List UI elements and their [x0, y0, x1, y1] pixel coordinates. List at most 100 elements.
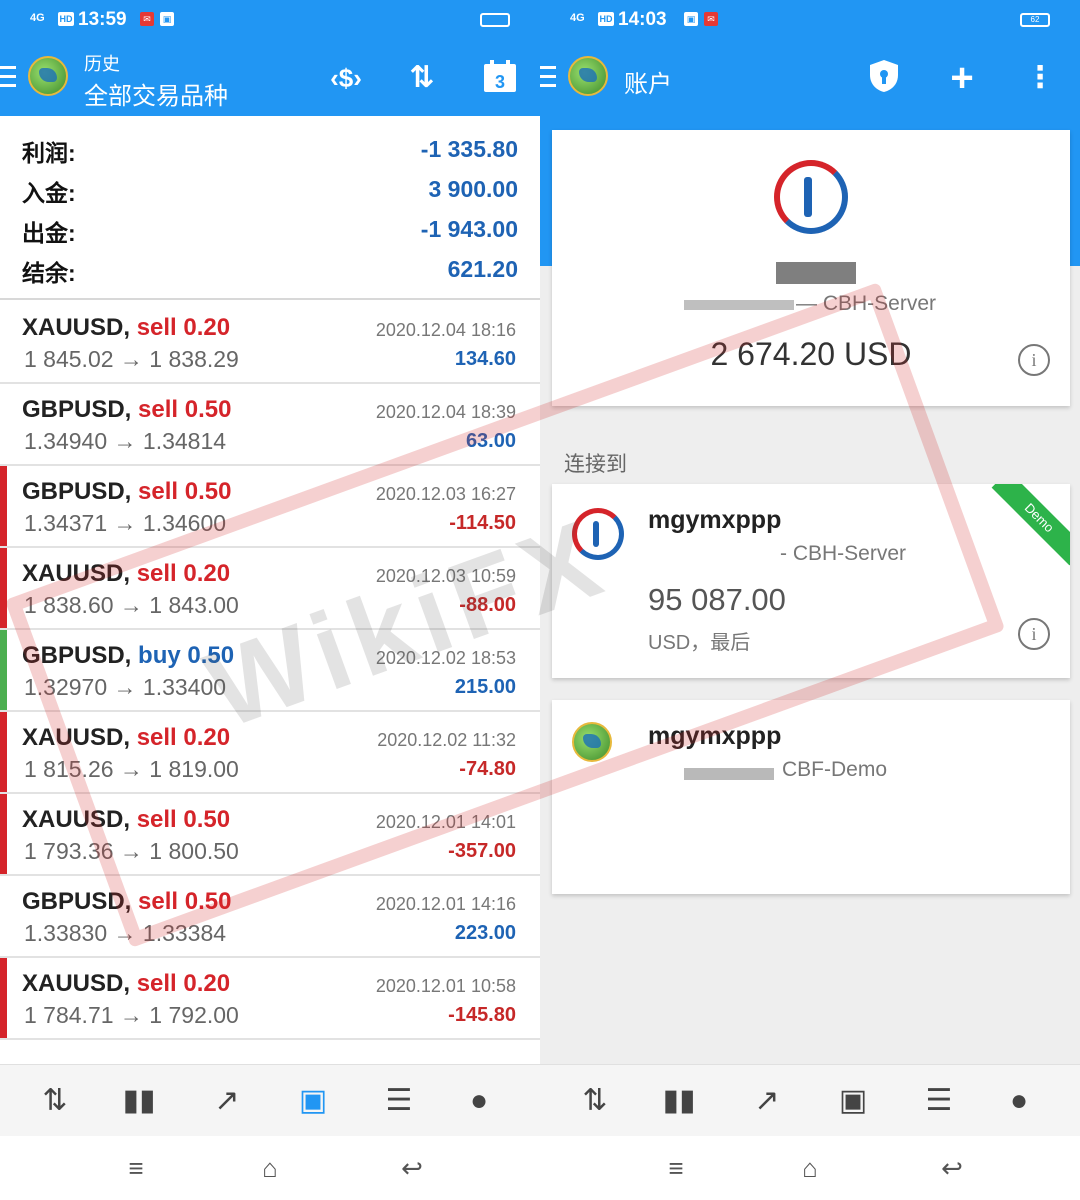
trade-time: 2020.12.04 18:39 — [375, 402, 516, 422]
trade-status-marker — [0, 630, 7, 710]
server-name: CBH-Server — [792, 542, 907, 565]
account-currency: USD，最后 — [648, 632, 751, 654]
back-icon[interactable]: ↩ — [392, 1152, 432, 1184]
trade-symbol-line: XAUUSD, sell 0.20 — [22, 970, 230, 998]
account-card[interactable]: mgymxppp - CBH-Server 95 087.00 USD，最后 i… — [552, 484, 1070, 678]
menu-icon[interactable] — [0, 66, 16, 88]
trade-time: 2020.12.02 11:32 — [377, 730, 516, 750]
news-icon[interactable]: ☰ — [916, 1079, 962, 1123]
trade-time: 2020.12.01 14:16 — [375, 894, 516, 914]
chart-icon[interactable]: ▮▮ — [656, 1079, 702, 1123]
server-name: CBF-Demo — [782, 758, 888, 781]
trade-row[interactable]: GBPUSD, sell 0.50 1.33830 → 1.33384 2020.1… — [0, 876, 540, 958]
trade-side: sell — [136, 724, 177, 751]
metatrader-logo — [28, 56, 68, 96]
status-time: 13:59 — [78, 9, 127, 30]
info-icon[interactable]: i — [1018, 344, 1050, 376]
trade-symbol: XAUUSD, — [22, 314, 131, 341]
calendar-day: 3 — [495, 72, 505, 92]
hd-icon: HD — [598, 12, 614, 26]
trade-symbol-line: XAUUSD, sell 0.20 — [22, 560, 230, 588]
trade-profit: -88.00 — [459, 594, 516, 616]
trade-volume: 0.20 — [183, 724, 231, 751]
notification-icon: ✉ — [704, 12, 718, 26]
chart-icon[interactable]: ▮▮ — [116, 1079, 162, 1123]
trade-time: 2020.12.03 16:27 — [375, 484, 516, 504]
add-account-icon[interactable]: + — [942, 58, 982, 98]
redacted-account-name — [776, 262, 856, 284]
trade-row[interactable]: GBPUSD, sell 0.50 1.34940 → 1.34814 2020.1… — [0, 384, 540, 466]
account-balance: 95 087.00 — [648, 582, 786, 617]
hd-icon: HD — [58, 12, 74, 26]
trade-side: sell — [138, 888, 179, 915]
current-account-card[interactable]: — CBH-Server 2 674.20 USD i — [552, 130, 1070, 406]
summary-row-profit: 利润: -1 335.80 — [0, 128, 540, 168]
summary-label: 结余: — [22, 260, 76, 286]
accounts-screen: 4G HD 14:03 ▣ ✉ 62 账户 + ⋮ — CBH-Server 2… — [540, 0, 1080, 1200]
history-icon[interactable]: ▣ — [830, 1079, 876, 1123]
trade-row[interactable]: XAUUSD, sell 0.20 1 845.02 → 1 838.29 2020… — [0, 302, 540, 384]
status-time: 14:03 — [618, 9, 667, 30]
trade-icon[interactable]: ↗ — [204, 1079, 250, 1123]
back-icon[interactable]: ↩ — [932, 1152, 972, 1184]
status-bar: 4G HD 14:03 ▣ ✉ 62 — [540, 0, 1080, 42]
signal-icon: 4G — [570, 12, 585, 24]
trade-prices: 1.34940 → 1.34814 — [24, 428, 227, 454]
trade-icon[interactable]: ↗ — [744, 1079, 790, 1123]
summary-row-withdrawal: 出金: -1 943.00 — [0, 208, 540, 248]
trade-row[interactable]: XAUUSD, sell 0.20 1 838.60 → 1 843.00 2020… — [0, 548, 540, 630]
trade-row[interactable]: XAUUSD, sell 0.20 1 784.71 → 1 792.00 2020… — [0, 958, 540, 1040]
trade-status-marker — [0, 876, 7, 956]
trade-side: sell — [136, 560, 177, 587]
header-subtitle: 历史 — [84, 54, 120, 74]
menu-icon[interactable] — [540, 66, 556, 88]
trade-row[interactable]: GBPUSD, buy 0.50 1.32970 → 1.33400 2020.12… — [0, 630, 540, 712]
trade-profit: -74.80 — [459, 758, 516, 780]
redacted-login — [684, 768, 774, 780]
sort-icon[interactable]: ⇅ — [402, 58, 442, 98]
trade-time: 2020.12.01 14:01 — [375, 812, 516, 832]
history-icon[interactable]: ▣ — [290, 1079, 336, 1123]
chat-icon[interactable]: ● — [456, 1079, 502, 1123]
trade-symbol-line: GBPUSD, buy 0.50 — [22, 642, 234, 670]
header-title[interactable]: 全部交易品种 — [84, 76, 228, 111]
shield-icon[interactable] — [864, 58, 904, 98]
quotes-icon[interactable]: ⇅ — [32, 1079, 78, 1123]
calendar-icon[interactable]: 3 — [480, 58, 520, 98]
trade-prices: 1 793.36 → 1 800.50 — [24, 838, 239, 864]
trade-row[interactable]: XAUUSD, sell 0.20 1 815.26 → 1 819.00 2020… — [0, 712, 540, 794]
signal-icon: 4G — [30, 12, 45, 24]
currency-filter-icon[interactable]: ‹$› — [326, 58, 366, 98]
system-navigation: ≡ ⌂ ↩ — [0, 1136, 540, 1200]
trade-prices: 1.32970 → 1.33400 — [24, 674, 227, 700]
summary-value: -1 335.80 — [420, 136, 518, 162]
trade-prices: 1 838.60 → 1 843.00 — [24, 592, 239, 618]
account-name: mgymxppp — [648, 506, 782, 534]
app-bar: 账户 + ⋮ — [540, 42, 1080, 116]
recents-icon[interactable]: ≡ — [116, 1152, 156, 1184]
trade-status-marker — [0, 384, 7, 464]
trade-profit: 215.00 — [454, 676, 516, 698]
summary-row-deposit: 入金: 3 900.00 — [0, 168, 540, 208]
trade-volume: 0.50 — [184, 478, 232, 505]
account-card[interactable]: mgymxppp CBF-Demo — [552, 700, 1070, 894]
trade-volume: 0.50 — [187, 642, 235, 669]
trade-prices: 1.33830 → 1.33384 — [24, 920, 227, 946]
trade-row[interactable]: XAUUSD, sell 0.50 1 793.36 → 1 800.50 2020… — [0, 794, 540, 876]
trade-prices: 1 815.26 → 1 819.00 — [24, 756, 239, 782]
trade-symbol-line: GBPUSD, sell 0.50 — [22, 478, 231, 506]
recents-icon[interactable]: ≡ — [656, 1152, 696, 1184]
more-options-icon[interactable]: ⋮ — [1020, 58, 1060, 98]
home-icon[interactable]: ⌂ — [790, 1152, 830, 1184]
demo-badge: Demo — [991, 484, 1070, 566]
trade-row[interactable]: GBPUSD, sell 0.50 1.34371 → 1.34600 2020.1… — [0, 466, 540, 548]
news-icon[interactable]: ☰ — [376, 1079, 422, 1123]
quotes-icon[interactable]: ⇅ — [572, 1079, 618, 1123]
trade-symbol: XAUUSD, — [22, 724, 131, 751]
home-icon[interactable]: ⌂ — [250, 1152, 290, 1184]
trade-side: sell — [136, 970, 177, 997]
header-title: 账户 — [624, 71, 672, 98]
chat-icon[interactable]: ● — [996, 1079, 1042, 1123]
info-icon[interactable]: i — [1018, 618, 1050, 650]
trade-time: 2020.12.03 10:59 — [375, 566, 516, 586]
